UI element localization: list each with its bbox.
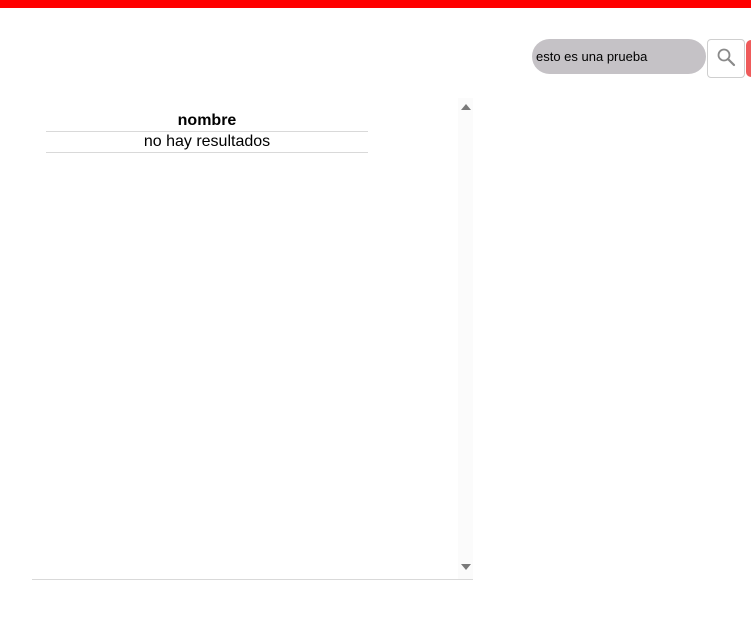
red-action-button[interactable] <box>746 40 751 77</box>
empty-results-message: no hay resultados <box>46 131 368 153</box>
results-panel <box>32 98 473 580</box>
results-scrollbar[interactable] <box>458 98 473 579</box>
column-header-nombre: nombre <box>46 110 368 132</box>
scroll-down-arrow-icon[interactable] <box>461 564 471 570</box>
table-row: no hay resultados <box>46 131 368 153</box>
search-icon <box>716 47 736 70</box>
top-accent-bar <box>0 0 751 8</box>
search-input[interactable] <box>532 39 706 74</box>
results-table: nombre no hay resultados <box>46 110 368 153</box>
search-button[interactable] <box>707 39 745 78</box>
scroll-up-arrow-icon[interactable] <box>461 104 471 110</box>
table-header-row: nombre <box>46 110 368 132</box>
